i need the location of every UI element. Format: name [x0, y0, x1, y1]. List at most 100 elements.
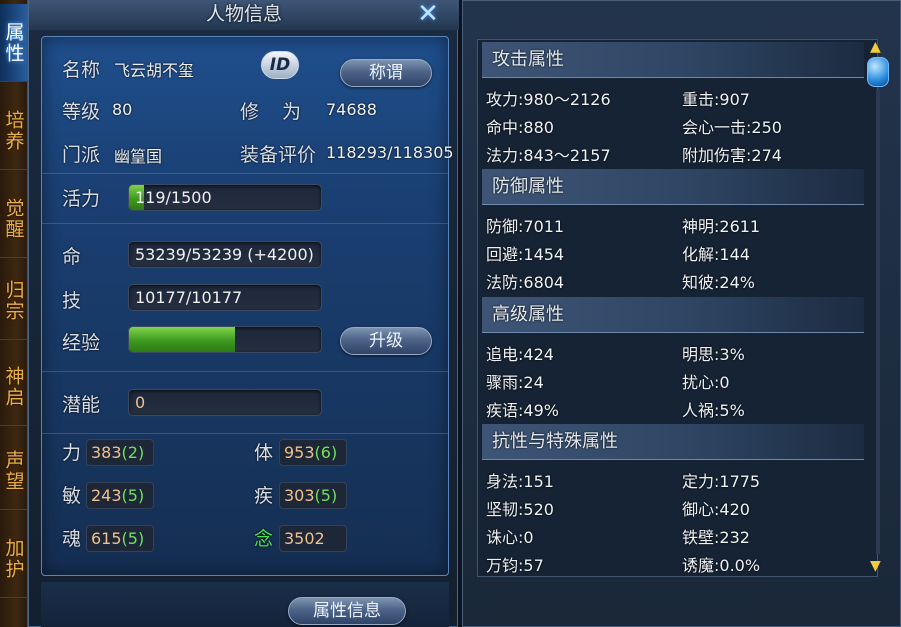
scroll-track[interactable] [876, 89, 880, 554]
potential-bar: 0 [128, 389, 322, 416]
scroll-down-icon[interactable]: ▼ [870, 558, 881, 574]
attribute-item: 法力:843～2157 [486, 146, 611, 165]
faction-value: 幽篁国 [114, 147, 163, 166]
side-tab-return[interactable]: 归宗 [0, 262, 28, 340]
side-tab-divine[interactable]: 神启 [0, 348, 28, 426]
attribute-item: 化解:144 [682, 245, 750, 264]
cultivation-label: 修 为 [240, 101, 304, 123]
experience-bar [128, 326, 322, 353]
attack-attributes-header: 攻击属性 [482, 42, 864, 78]
id-button[interactable]: ID [261, 51, 299, 79]
life-bar: 53239/53239 (+4200) [128, 241, 322, 268]
side-tab-reputation[interactable]: 声望 [0, 432, 28, 510]
stat-bonus: (5) [121, 529, 145, 548]
attribute-item: 疾语:49% [486, 401, 559, 420]
stat-base: 615 [91, 529, 122, 548]
attribute-item: 身法:151 [486, 472, 554, 491]
window-title: 人物信息 [29, 0, 459, 30]
potential-value: 0 [135, 393, 146, 412]
stat-value: 303(5) [279, 482, 347, 509]
title-button[interactable]: 称谓 [340, 59, 432, 87]
life-value: 53239/53239 (+4200) [135, 245, 314, 264]
side-tab-bar: 属性 培养 觉醒 归宗 神启 声望 加护 [0, 0, 28, 627]
stat-bonus: (5) [121, 486, 145, 505]
potential-label: 潜能 [62, 394, 101, 416]
side-tab-cultivate[interactable]: 培养 [0, 92, 28, 170]
attribute-item: 坚韧:520 [486, 500, 554, 519]
attribute-item: 神明:2611 [682, 217, 761, 236]
attribute-item: 知彼:24% [682, 273, 755, 292]
attribute-item: 御心:420 [682, 500, 750, 519]
attribute-item: 附加伤害:274 [682, 146, 782, 165]
resist-special-attributes-header: 抗性与特殊属性 [482, 424, 864, 460]
stat-bonus: (5) [314, 486, 338, 505]
attribute-item: 扰心:0 [682, 373, 730, 392]
attribute-item: 诱魔:0.0% [682, 556, 761, 575]
attribute-item: 骤雨:24 [486, 373, 544, 392]
level-label: 等级 [62, 101, 101, 123]
vitality-label: 活力 [62, 188, 101, 210]
attribute-item: 万钧:57 [486, 556, 544, 575]
attribute-item: 命中:880 [486, 118, 554, 137]
stat-label: 体 [254, 442, 274, 464]
stat-value: 383(2) [86, 439, 154, 466]
scrollbar[interactable]: ▲ ▼ [865, 39, 891, 577]
cultivation-value: 74688 [326, 100, 377, 119]
experience-bar-fill [129, 327, 235, 352]
character-name: 飞云胡不玺 [114, 61, 195, 80]
attribute-item: 定力:1775 [682, 472, 761, 491]
attribute-item: 防御:7011 [486, 217, 565, 236]
vitality-section: 活力 119/1500 [42, 174, 448, 224]
level-value: 80 [112, 100, 133, 119]
attribute-item: 铁壁:232 [682, 528, 750, 547]
stat-base: 243 [91, 486, 122, 505]
character-info-panel: 名称 飞云胡不玺 ID 称谓 等级 80 修 为 74688 门派 幽篁国 装备… [41, 36, 454, 576]
stat-bonus: (2) [121, 443, 145, 462]
name-label: 名称 [62, 59, 101, 81]
primary-stats-section: 力 383(2) 体 953(6) 敏 243(5) 疾 303(5) 魂 61… [42, 434, 448, 576]
attribute-item: 法防:6804 [486, 273, 565, 292]
attribute-item: 人祸:5% [682, 401, 745, 420]
attribute-detail-window: 攻击属性 攻力:980～2126 重击:907 命中:880 会心一击:250 … [462, 0, 901, 627]
equip-rating-value: 118293/118305 [326, 143, 454, 162]
scroll-up-icon[interactable]: ▲ [870, 39, 881, 55]
basic-info-section: 名称 飞云胡不玺 ID 称谓 等级 80 修 为 74688 门派 幽篁国 装备… [42, 37, 454, 174]
stat-label: 魂 [62, 528, 82, 550]
stat-bonus: (6) [314, 443, 338, 462]
side-tab-awaken[interactable]: 觉醒 [0, 180, 28, 258]
stat-label: 敏 [62, 485, 82, 507]
skill-label: 技 [62, 290, 82, 312]
skill-value: 10177/10177 [135, 288, 243, 307]
equip-rating-label: 装备评价 [240, 144, 317, 166]
stat-label: 疾 [254, 485, 274, 507]
life-label: 命 [62, 246, 82, 268]
skill-bar: 10177/10177 [128, 284, 322, 311]
vitality-value: 119/1500 [135, 188, 212, 207]
stat-value: 953(6) [279, 439, 347, 466]
side-tab-attributes[interactable]: 属性 [0, 4, 28, 82]
stat-base: 383 [91, 443, 122, 462]
attribute-list[interactable]: 攻击属性 攻力:980～2126 重击:907 命中:880 会心一击:250 … [477, 39, 878, 577]
attribute-item: 明思:3% [682, 345, 745, 364]
stat-value: 3502 [279, 525, 347, 552]
upgrade-button[interactable]: 升级 [340, 327, 432, 355]
scroll-thumb[interactable] [867, 57, 889, 87]
attribute-item: 攻力:980～2126 [486, 90, 611, 109]
stat-base: 3502 [284, 529, 325, 548]
experience-label: 经验 [62, 332, 101, 354]
attribute-item: 诛心:0 [486, 528, 534, 547]
resource-section: 命 53239/53239 (+4200) 技 10177/10177 经验 升… [42, 224, 448, 372]
stat-base: 953 [284, 443, 315, 462]
close-icon[interactable]: ✕ [415, 1, 441, 27]
attribute-item: 回避:1454 [486, 245, 565, 264]
attribute-info-button[interactable]: 属性信息 [288, 597, 406, 625]
potential-section: 潜能 0 [42, 372, 448, 434]
side-tab-blessing[interactable]: 加护 [0, 520, 28, 598]
attribute-item: 追电:424 [486, 345, 554, 364]
faction-label: 门派 [62, 144, 101, 166]
stat-value: 615(5) [86, 525, 154, 552]
advanced-attributes-header: 高级属性 [482, 297, 864, 333]
stat-value: 243(5) [86, 482, 154, 509]
stat-label: 力 [62, 442, 82, 464]
vitality-bar: 119/1500 [128, 184, 322, 211]
